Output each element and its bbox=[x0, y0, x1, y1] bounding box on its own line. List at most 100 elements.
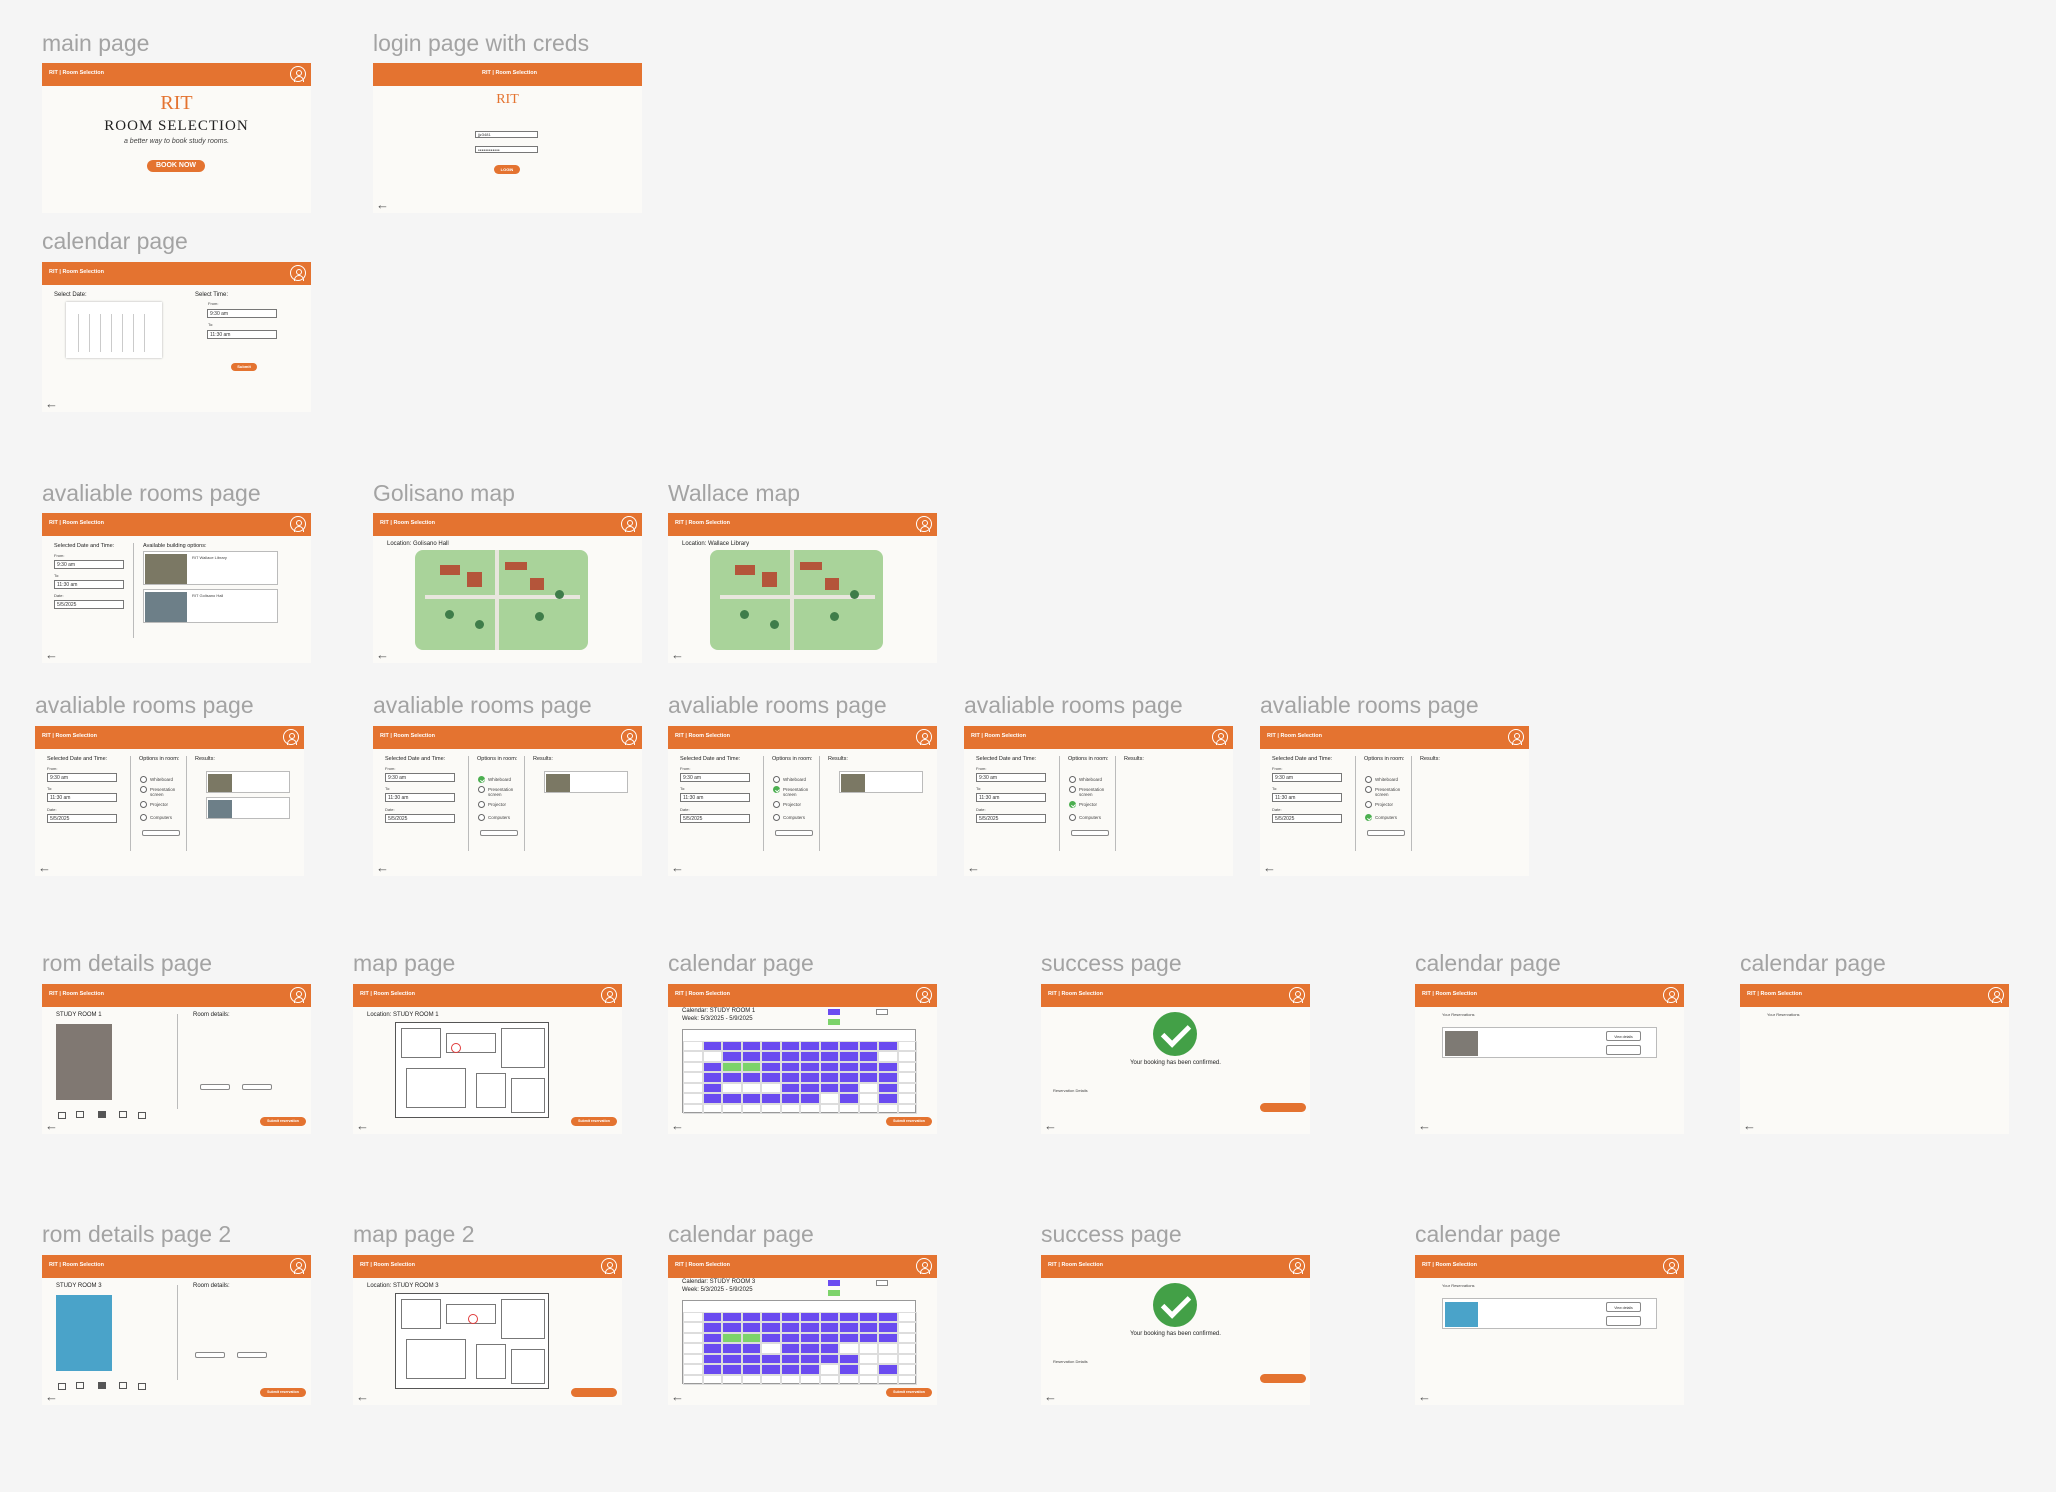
time-slot[interactable] bbox=[722, 1311, 742, 1322]
time-slot[interactable] bbox=[722, 1322, 742, 1333]
campus-map[interactable] bbox=[415, 550, 588, 650]
time-slot[interactable] bbox=[702, 1082, 722, 1093]
to-input[interactable]: 11:30 am bbox=[976, 793, 1046, 802]
time-slot[interactable] bbox=[878, 1051, 898, 1062]
building-card-golisano[interactable]: RIT Golisano Hall bbox=[143, 589, 278, 623]
time-slot[interactable] bbox=[780, 1311, 800, 1322]
time-slot[interactable] bbox=[683, 1364, 703, 1375]
time-slot[interactable] bbox=[819, 1093, 839, 1104]
time-slot[interactable] bbox=[800, 1082, 820, 1093]
time-slot[interactable] bbox=[741, 1332, 761, 1343]
back-arrow-icon[interactable]: ← bbox=[376, 198, 389, 212]
result-card[interactable] bbox=[839, 771, 923, 793]
time-slot[interactable] bbox=[761, 1082, 781, 1093]
back-arrow-icon[interactable]: ← bbox=[1418, 1390, 1431, 1404]
user-avatar-icon[interactable] bbox=[1508, 729, 1524, 745]
time-slot[interactable] bbox=[780, 1343, 800, 1354]
option-radio[interactable] bbox=[1365, 801, 1372, 808]
time-slot[interactable] bbox=[761, 1040, 781, 1051]
floor-plan[interactable] bbox=[395, 1022, 549, 1118]
rooms-filter-frame[interactable]: RIT | Room Selection Selected Date and Ti… bbox=[964, 726, 1233, 876]
back-arrow-icon[interactable]: ← bbox=[967, 861, 980, 875]
time-slot[interactable] bbox=[761, 1093, 781, 1104]
calendar-room-1-frame[interactable]: RIT | Room Selection Calendar: STUDY ROO… bbox=[668, 984, 937, 1134]
option-radio[interactable] bbox=[773, 814, 780, 821]
to-input[interactable]: 11:30 am bbox=[680, 793, 750, 802]
time-slot[interactable] bbox=[800, 1040, 820, 1051]
time-slot[interactable] bbox=[839, 1322, 859, 1333]
option-radio[interactable] bbox=[478, 801, 485, 808]
image-icon[interactable] bbox=[119, 1111, 127, 1118]
time-slot[interactable] bbox=[819, 1082, 839, 1093]
time-slot[interactable] bbox=[780, 1093, 800, 1104]
view-details-button[interactable]: View details bbox=[1606, 1302, 1641, 1312]
user-avatar-icon[interactable] bbox=[1289, 1258, 1305, 1274]
filter-button[interactable] bbox=[1071, 830, 1109, 836]
option-radio[interactable] bbox=[1069, 786, 1076, 793]
submit-button[interactable]: Submit bbox=[231, 363, 257, 371]
from-input[interactable]: 9:30 am bbox=[680, 773, 750, 782]
time-slot[interactable] bbox=[780, 1322, 800, 1333]
time-slot[interactable] bbox=[780, 1072, 800, 1083]
user-avatar-icon[interactable] bbox=[916, 1258, 932, 1274]
time-slot[interactable] bbox=[800, 1364, 820, 1375]
date-input[interactable]: 5/5/2025 bbox=[976, 814, 1046, 823]
time-slot[interactable] bbox=[702, 1051, 722, 1062]
option-radio[interactable] bbox=[1365, 814, 1372, 821]
availability-grid[interactable] bbox=[682, 1300, 917, 1385]
user-avatar-icon[interactable] bbox=[1988, 987, 2004, 1003]
to-input[interactable]: 11:30 am bbox=[54, 580, 124, 589]
to-input[interactable]: 11:30 am bbox=[385, 793, 455, 802]
time-slot[interactable] bbox=[761, 1061, 781, 1072]
back-arrow-icon[interactable]: ← bbox=[376, 861, 389, 875]
option-radio[interactable] bbox=[773, 776, 780, 783]
user-avatar-icon[interactable] bbox=[1663, 987, 1679, 1003]
wallace-map-frame[interactable]: RIT | Room Selection Location: Wallace L… bbox=[668, 513, 937, 663]
time-slot[interactable] bbox=[741, 1353, 761, 1364]
time-slot[interactable] bbox=[683, 1332, 703, 1343]
time-slot[interactable] bbox=[878, 1353, 898, 1364]
time-slot[interactable] bbox=[839, 1061, 859, 1072]
time-slot[interactable] bbox=[897, 1353, 917, 1364]
date-input[interactable]: 5/5/2025 bbox=[1272, 814, 1342, 823]
time-slot[interactable] bbox=[839, 1311, 859, 1322]
user-avatar-icon[interactable] bbox=[621, 729, 637, 745]
time-slot[interactable] bbox=[741, 1072, 761, 1083]
option-radio[interactable] bbox=[140, 801, 147, 808]
result-card[interactable] bbox=[544, 771, 628, 793]
time-slot[interactable] bbox=[722, 1343, 742, 1354]
time-slot[interactable] bbox=[780, 1353, 800, 1364]
time-slot[interactable] bbox=[800, 1343, 820, 1354]
time-slot[interactable] bbox=[858, 1093, 878, 1104]
time-slot[interactable] bbox=[702, 1374, 722, 1385]
see-reservation-button[interactable] bbox=[1260, 1374, 1306, 1383]
time-slot[interactable] bbox=[878, 1093, 898, 1104]
time-slot[interactable] bbox=[819, 1051, 839, 1062]
time-slot[interactable] bbox=[683, 1353, 703, 1364]
golisano-map-frame[interactable]: RIT | Room Selection Location: Golisano … bbox=[373, 513, 642, 663]
time-slot[interactable] bbox=[800, 1332, 820, 1343]
option-radio[interactable] bbox=[140, 786, 147, 793]
time-slot[interactable] bbox=[839, 1364, 859, 1375]
campus-map[interactable] bbox=[710, 550, 883, 650]
time-slot[interactable] bbox=[683, 1040, 703, 1051]
time-slot[interactable] bbox=[819, 1353, 839, 1364]
time-slot[interactable] bbox=[761, 1072, 781, 1083]
time-slot[interactable] bbox=[761, 1103, 781, 1114]
time-slot[interactable] bbox=[878, 1322, 898, 1333]
time-slot[interactable] bbox=[722, 1093, 742, 1104]
time-slot[interactable] bbox=[819, 1103, 839, 1114]
time-slot[interactable] bbox=[780, 1374, 800, 1385]
user-avatar-icon[interactable] bbox=[601, 987, 617, 1003]
from-time-input[interactable]: 9:30 am bbox=[207, 309, 277, 318]
option-radio[interactable] bbox=[1365, 776, 1372, 783]
time-slot[interactable] bbox=[897, 1343, 917, 1354]
cancel-reservation-button[interactable] bbox=[1606, 1045, 1641, 1055]
time-slot[interactable] bbox=[839, 1103, 859, 1114]
time-slot[interactable] bbox=[702, 1322, 722, 1333]
time-slot[interactable] bbox=[761, 1311, 781, 1322]
user-avatar-icon[interactable] bbox=[290, 66, 306, 82]
time-slot[interactable] bbox=[683, 1103, 703, 1114]
time-slot[interactable] bbox=[722, 1051, 742, 1062]
time-slot[interactable] bbox=[858, 1322, 878, 1333]
